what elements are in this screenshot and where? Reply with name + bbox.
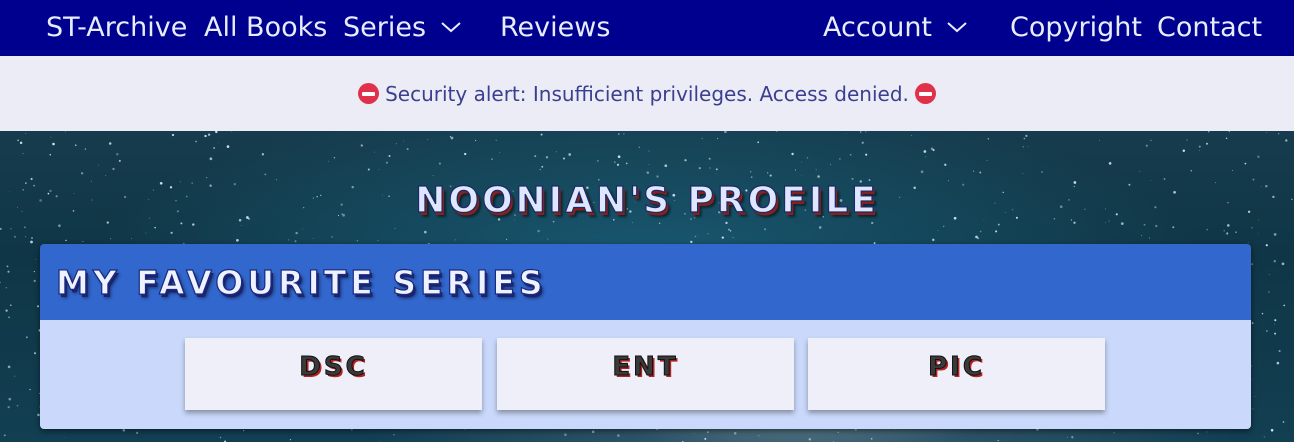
- chevron-down-icon: [441, 21, 461, 32]
- series-card-pic[interactable]: PIC: [808, 338, 1105, 410]
- nav-series-label: Series: [343, 12, 427, 43]
- panel-title: My Favourite Series: [55, 262, 547, 302]
- series-label: DSC: [299, 352, 368, 383]
- nav-account-label: Account: [823, 12, 933, 43]
- no-entry-icon: [914, 83, 936, 104]
- nav-series-dropdown[interactable]: Series: [343, 12, 462, 44]
- nav-account-dropdown[interactable]: Account: [823, 12, 968, 44]
- panel-body: DSC ENT PIC: [40, 320, 1251, 429]
- series-label: ENT: [612, 352, 679, 383]
- favourite-series-panel: My Favourite Series DSC ENT PIC: [40, 244, 1251, 429]
- series-card-dsc[interactable]: DSC: [185, 338, 482, 410]
- brand-link[interactable]: ST-Archive: [46, 12, 187, 44]
- series-label: PIC: [928, 352, 985, 383]
- profile-title: Noonian's Profile: [415, 179, 879, 221]
- no-entry-icon: [358, 83, 380, 104]
- chevron-down-icon: [947, 21, 967, 32]
- nav-copyright[interactable]: Copyright: [1010, 12, 1142, 44]
- nav-reviews[interactable]: Reviews: [500, 12, 610, 44]
- nav-contact[interactable]: Contact: [1157, 12, 1262, 44]
- security-alert: Security alert: Insufficient privileges.…: [0, 56, 1294, 131]
- top-navbar: ST-Archive All Books Series Reviews Acco…: [0, 0, 1294, 56]
- nav-all-books[interactable]: All Books: [204, 12, 327, 44]
- series-card-ent[interactable]: ENT: [497, 338, 794, 410]
- alert-message: Security alert: Insufficient privileges.…: [385, 81, 909, 106]
- panel-header: My Favourite Series: [40, 244, 1251, 320]
